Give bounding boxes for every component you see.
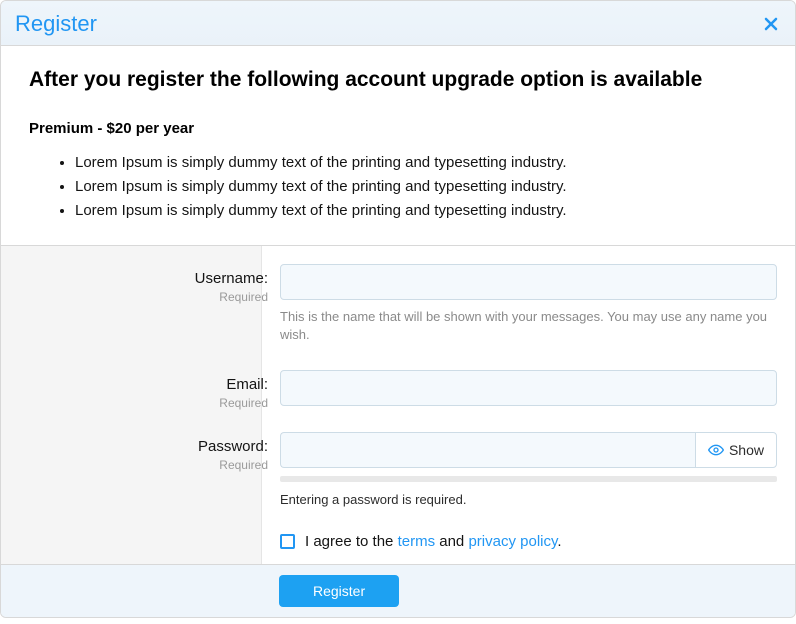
modal-header: Register xyxy=(1,1,795,46)
register-modal: Register After you register the followin… xyxy=(0,0,796,618)
plan-feature-item: Lorem Ipsum is simply dummy text of the … xyxy=(75,199,767,223)
agree-row: I agree to the terms and privacy policy. xyxy=(280,533,777,550)
terms-link[interactable]: terms xyxy=(398,533,436,550)
password-message: Entering a password is required. xyxy=(280,492,777,507)
register-form: Username: Required This is the name that… xyxy=(1,245,795,564)
username-hint: This is the name that will be shown with… xyxy=(280,308,777,344)
eye-icon xyxy=(708,442,724,458)
username-row: Username: Required This is the name that… xyxy=(280,264,777,344)
privacy-link[interactable]: privacy policy xyxy=(468,533,557,550)
agree-checkbox[interactable] xyxy=(280,534,295,549)
agree-text: I agree to the terms and privacy policy. xyxy=(305,533,562,550)
modal-title: Register xyxy=(15,11,97,37)
email-label: Email: xyxy=(226,376,268,393)
email-row: Email: Required xyxy=(280,370,777,406)
show-password-label: Show xyxy=(729,442,764,458)
register-button[interactable]: Register xyxy=(279,575,399,607)
close-icon[interactable] xyxy=(761,14,781,34)
plan-feature-item: Lorem Ipsum is simply dummy text of the … xyxy=(75,151,767,175)
password-label: Password: xyxy=(198,438,268,455)
show-password-button[interactable]: Show xyxy=(695,432,777,468)
required-label: Required xyxy=(20,458,268,472)
username-label: Username: xyxy=(195,270,268,287)
plan-feature-item: Lorem Ipsum is simply dummy text of the … xyxy=(75,175,767,199)
upgrade-info: After you register the following account… xyxy=(1,46,795,245)
username-input[interactable] xyxy=(280,264,777,300)
email-input[interactable] xyxy=(280,370,777,406)
plan-title: Premium - $20 per year xyxy=(29,120,767,137)
password-input[interactable] xyxy=(280,432,695,468)
required-label: Required xyxy=(20,396,268,410)
plan-feature-list: Lorem Ipsum is simply dummy text of the … xyxy=(29,151,767,223)
modal-footer: Register xyxy=(1,564,795,617)
required-label: Required xyxy=(20,290,268,304)
password-strength-bar xyxy=(280,476,777,482)
password-row: Password: Required Show Ente xyxy=(280,432,777,550)
upgrade-heading: After you register the following account… xyxy=(29,68,767,92)
